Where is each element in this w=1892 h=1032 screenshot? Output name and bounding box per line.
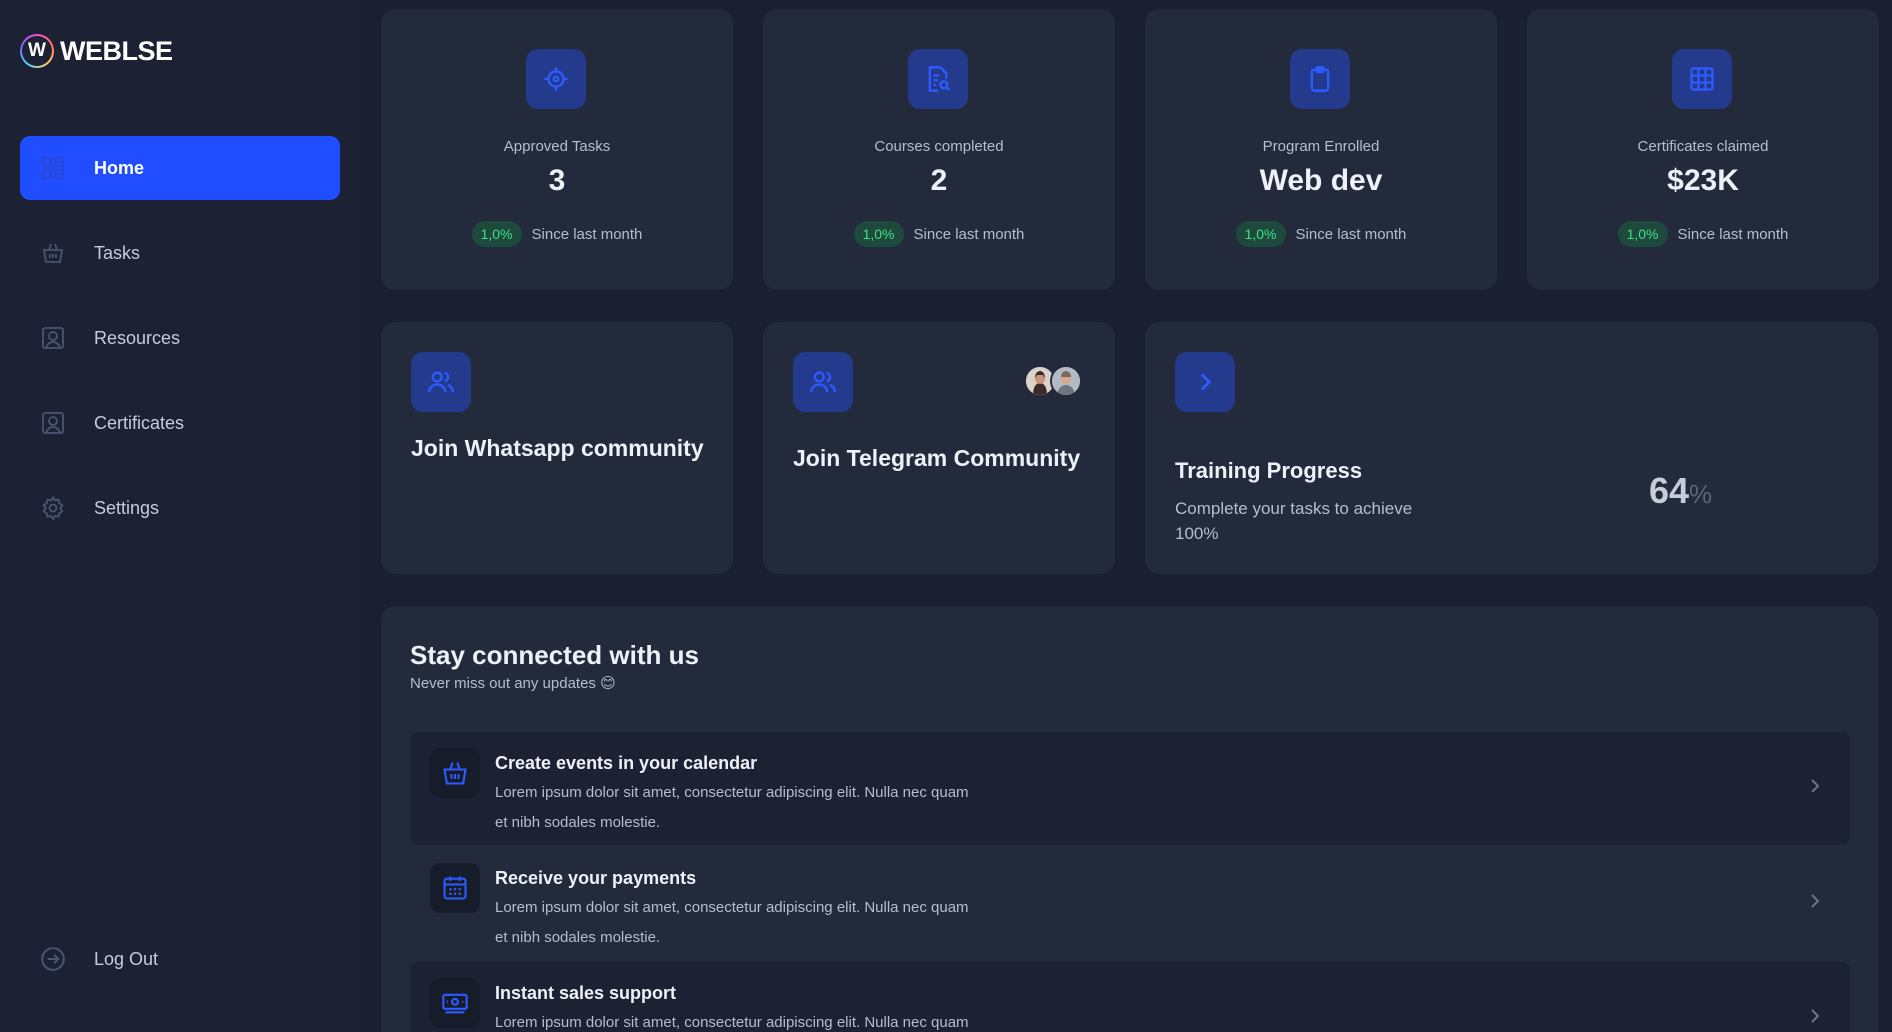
whatsapp-title: Join Whatsapp community — [411, 435, 704, 461]
training-progress-card: Training Progress Complete your tasks to… — [1145, 322, 1878, 574]
section-subtitle: Never miss out any updates 😊 — [410, 675, 616, 692]
progress-value: 64% — [1649, 470, 1712, 512]
users-icon — [411, 352, 471, 412]
list-item-description: Lorem ipsum dolor sit amet, consectetur … — [495, 899, 969, 946]
stay-connected-panel: Stay connected with us Never miss out an… — [381, 606, 1878, 1032]
brand-name: WEBLSE — [60, 35, 173, 66]
stat-footer: 1,0% Since last month — [763, 221, 1115, 247]
avatar — [1050, 365, 1082, 397]
list-item-title: Instant sales support — [495, 983, 677, 1003]
progress-title: Training Progress — [1175, 458, 1363, 483]
stat-value: Web dev — [1259, 164, 1383, 197]
progress-unit: % — [1689, 479, 1713, 509]
money-icon — [430, 978, 480, 1028]
table-icon — [1672, 49, 1732, 109]
logout-icon — [40, 946, 66, 972]
stat-note: Since last month — [1677, 225, 1789, 243]
logout-button[interactable]: Log Out — [40, 946, 158, 972]
chevron-right-icon[interactable] — [1175, 352, 1235, 412]
sidebar-item-label: Home — [94, 157, 145, 178]
document-search-icon — [908, 49, 968, 109]
gear-icon — [40, 495, 66, 521]
list-item-title: Create events in your calendar — [495, 753, 758, 773]
calendar-icon — [430, 863, 480, 913]
list-item-sales-support[interactable]: Instant sales support Lorem ipsum dolor … — [410, 962, 1850, 1032]
sidebar: W WEBLSE Home Tasks Resources Certificat… — [0, 0, 360, 1032]
users-icon — [793, 352, 853, 412]
sidebar-item-label: Tasks — [94, 242, 141, 263]
stat-footer: 1,0% Since last month — [381, 221, 733, 247]
list-item-description: Lorem ipsum dolor sit amet, consectetur … — [495, 1014, 969, 1031]
stat-card-program-enrolled: Program Enrolled Web dev 1,0% Since last… — [1145, 9, 1497, 290]
stat-note: Since last month — [913, 225, 1025, 243]
stat-card-approved-tasks: Approved Tasks 3 1,0% Since last month — [381, 9, 733, 290]
list-item-title: Receive your payments — [495, 868, 697, 888]
list-item-payments[interactable]: Receive your payments Lorem ipsum dolor … — [410, 847, 1850, 960]
change-badge: 1,0% — [1235, 221, 1286, 247]
change-badge: 1,0% — [853, 221, 904, 247]
stat-value: 2 — [930, 164, 948, 197]
grid-icon — [40, 155, 66, 181]
target-icon — [526, 49, 586, 109]
logout-label: Log Out — [94, 948, 159, 969]
sidebar-item-label: Certificates — [94, 412, 185, 433]
list-item-calendar-events[interactable]: Create events in your calendar Lorem ips… — [410, 732, 1850, 845]
stat-footer: 1,0% Since last month — [1145, 221, 1497, 247]
stat-note: Since last month — [531, 225, 643, 243]
basket-icon — [40, 240, 66, 266]
sidebar-item-settings[interactable]: Settings — [20, 476, 340, 540]
member-avatars — [1024, 365, 1082, 397]
logo-icon: W — [20, 34, 54, 68]
stat-label: Approved Tasks — [503, 138, 611, 155]
basket-icon — [430, 748, 480, 798]
change-badge: 1,0% — [471, 221, 522, 247]
sidebar-item-resources[interactable]: Resources — [20, 306, 340, 370]
stat-footer: 1,0% Since last month — [1527, 221, 1879, 247]
user-square-icon — [40, 325, 66, 351]
progress-number: 64 — [1649, 470, 1690, 511]
telegram-title: Join Telegram Community — [793, 445, 1081, 471]
sidebar-item-tasks[interactable]: Tasks — [20, 221, 340, 285]
chevron-right-icon — [1808, 892, 1822, 915]
stat-card-certificates-claimed: Certificates claimed $23K 1,0% Since las… — [1527, 9, 1879, 290]
chevron-right-icon — [1808, 777, 1822, 800]
sidebar-nav: Home Tasks Resources Certificates Settin… — [20, 136, 340, 561]
sidebar-item-label: Resources — [94, 327, 181, 348]
user-square-icon — [40, 410, 66, 436]
stat-note: Since last month — [1295, 225, 1407, 243]
list-item-description: Lorem ipsum dolor sit amet, consectetur … — [495, 784, 969, 831]
section-title: Stay connected with us — [410, 640, 699, 670]
brand-logo[interactable]: W WEBLSE — [20, 34, 173, 68]
clipboard-icon — [1290, 49, 1350, 109]
stat-value: 3 — [548, 164, 566, 197]
change-badge: 1,0% — [1617, 221, 1668, 247]
whatsapp-community-card[interactable]: Join Whatsapp community — [381, 322, 733, 574]
chevron-right-icon — [1808, 1007, 1822, 1030]
stat-label: Courses completed — [874, 138, 1004, 155]
sidebar-item-certificates[interactable]: Certificates — [20, 391, 340, 455]
progress-subtitle: Complete your tasks to achieve 100% — [1175, 499, 1413, 543]
sidebar-item-home[interactable]: Home — [20, 136, 340, 200]
stat-label: Program Enrolled — [1262, 138, 1380, 155]
telegram-community-card[interactable]: Join Telegram Community — [763, 322, 1115, 574]
stat-card-courses-completed: Courses completed 2 1,0% Since last mont… — [763, 9, 1115, 290]
stat-label: Certificates claimed — [1637, 138, 1769, 155]
stat-value: $23K — [1667, 164, 1739, 197]
sidebar-item-label: Settings — [94, 497, 160, 518]
